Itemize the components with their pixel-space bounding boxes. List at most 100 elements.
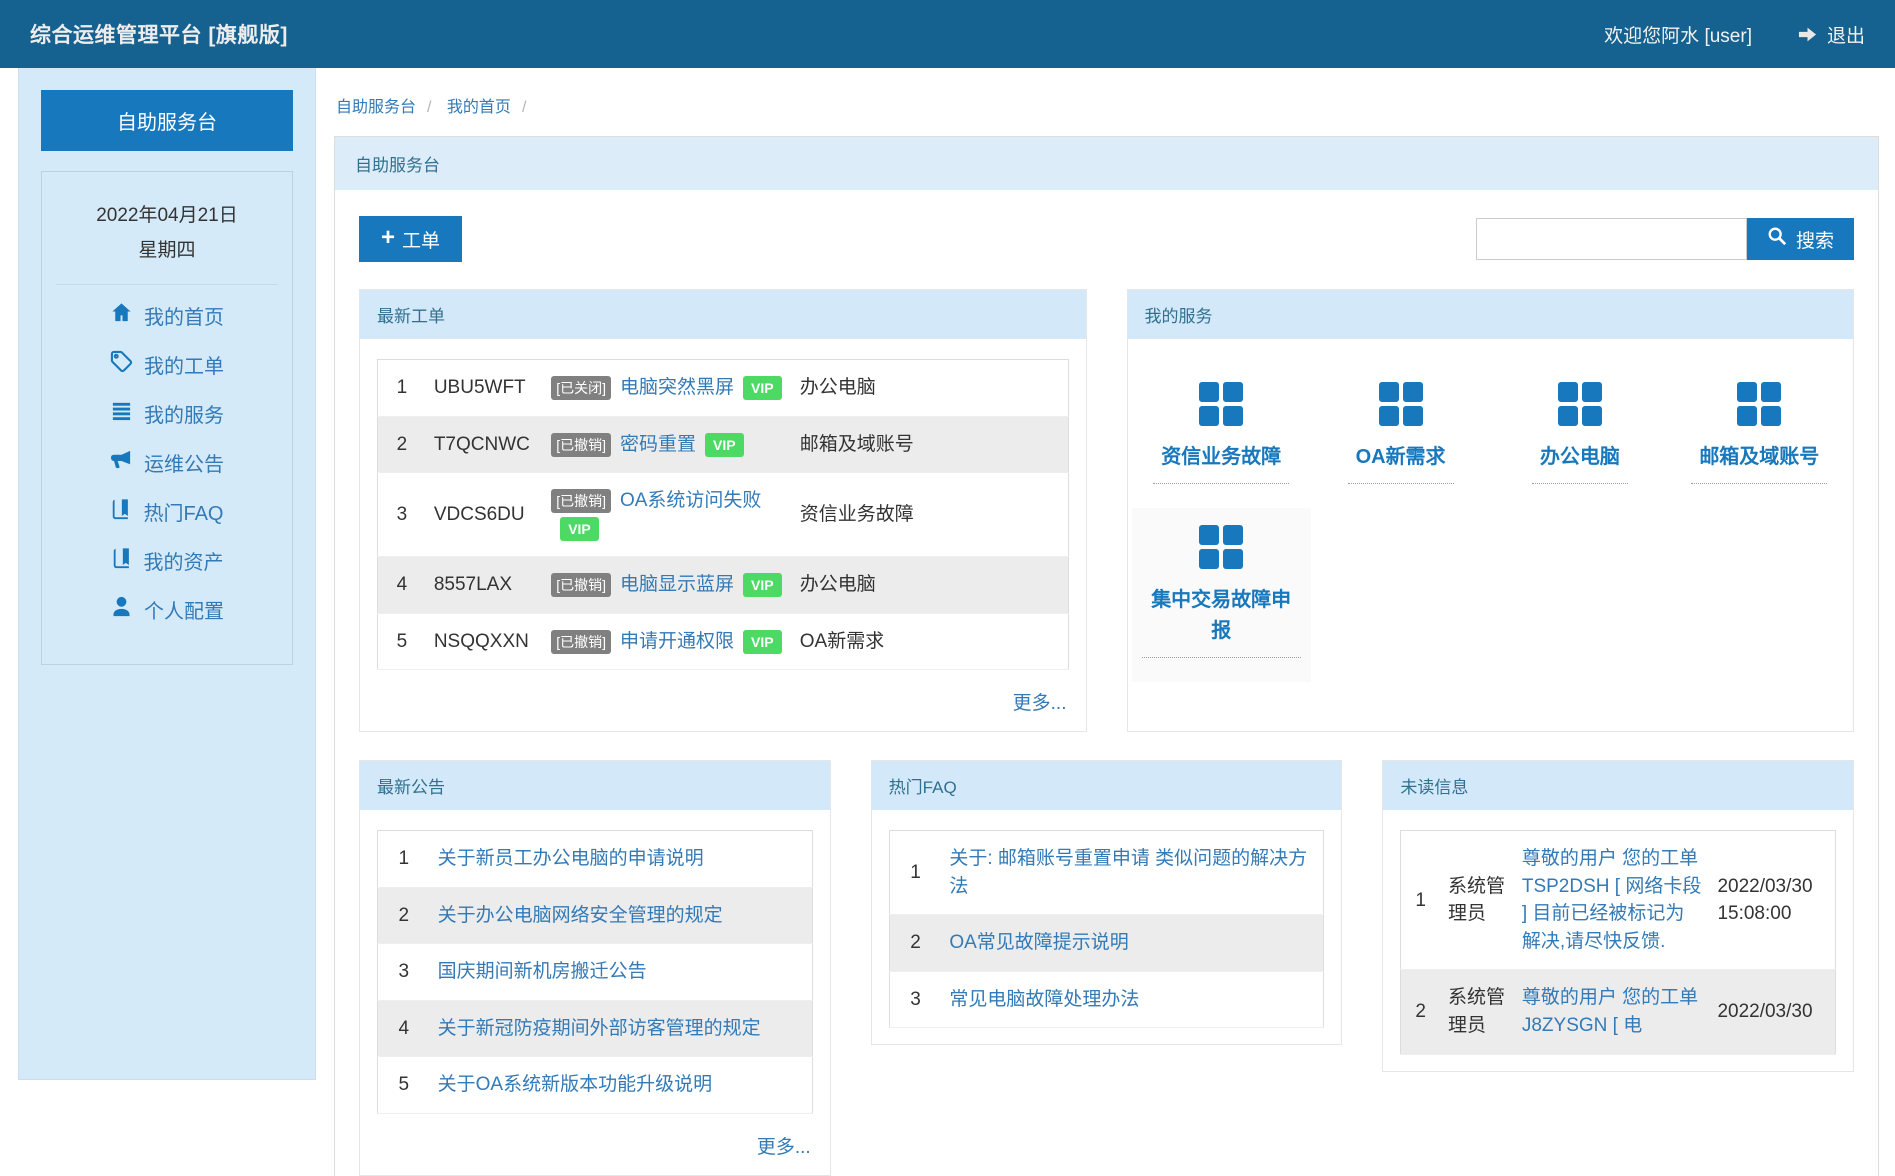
service-label: 办公电脑: [1532, 442, 1628, 484]
faq-cell: 常见电脑故障处理办法: [941, 971, 1324, 1028]
sidebar-item-faq[interactable]: 热门FAQ: [42, 487, 292, 536]
announcements-more: 更多...: [377, 1132, 813, 1159]
announcements-more-link[interactable]: 更多...: [757, 1137, 811, 1158]
ticket-num: 3: [378, 473, 426, 557]
search-group: 搜索: [1476, 218, 1854, 260]
announcement-row: 2 关于办公电脑网络安全管理的规定: [378, 887, 813, 944]
ticket-subject-link[interactable]: 密码重置: [620, 434, 696, 455]
service-desk-panel-title: 自助服务台: [335, 137, 1878, 190]
announcement-link[interactable]: 关于新冠防疫期间外部访客管理的规定: [438, 1018, 761, 1039]
sidebar-divider: [56, 284, 278, 285]
book-icon: [110, 498, 132, 526]
announcement-row: 5 关于OA系统新版本功能升级说明: [378, 1057, 813, 1114]
sidebar-item-assets[interactable]: 我的资产: [42, 536, 292, 585]
sidebar-item-services[interactable]: 我的服务: [42, 389, 292, 438]
ticket-num: 1: [378, 360, 426, 417]
message-cell: 尊敬的用户 您的工单 J8ZYSGN [ 电: [1514, 970, 1710, 1054]
ticket-row: 3 VDCS6DU [已撤销]OA系统访问失败VIP 资信业务故障: [378, 473, 1069, 557]
sidebar: 自助服务台 2022年04月21日 星期四 我的首页 我的工单 我的服务: [18, 68, 316, 1080]
book-icon: [111, 547, 133, 575]
service-item[interactable]: OA新需求: [1311, 365, 1490, 508]
vip-badge: VIP: [743, 573, 782, 597]
latest-tickets-panel: 最新工单 1 UBU5WFT: [359, 289, 1087, 732]
announcements-panel: 最新公告 1 关于新员工办公电脑的申请说明: [359, 760, 831, 1176]
sidebar-item-label: 我的首页: [144, 301, 224, 330]
faq-cell: 关于: 邮箱账号重置申请 类似问题的解决方法: [941, 831, 1324, 915]
faq-row: 3 常见电脑故障处理办法: [889, 971, 1324, 1028]
ticket-category: 邮箱及域账号: [792, 416, 1068, 473]
sidebar-item-label: 我的工单: [144, 350, 224, 379]
th-large-icon: [1198, 524, 1244, 570]
faq-num: 2: [889, 915, 941, 972]
announcement-num: 5: [378, 1057, 430, 1114]
ticket-row: 5 NSQQXXN [已撤销]申请开通权限VIP OA新需求: [378, 613, 1069, 670]
weekday-text: 星期四: [42, 233, 292, 268]
plus-icon: +: [381, 226, 395, 250]
date-display: 2022年04月21日 星期四: [42, 198, 292, 268]
announcements-table: 1 关于新员工办公电脑的申请说明 2 关于办公电脑网络安全管理的规定: [377, 830, 813, 1114]
tag-icon: [110, 350, 133, 379]
services-grid: 资信业务故障 OA新需求: [1128, 339, 1854, 688]
sidebar-item-label: 热门FAQ: [143, 497, 223, 526]
announcement-link[interactable]: 国庆期间新机房搬迁公告: [438, 961, 647, 982]
service-item[interactable]: 办公电脑: [1490, 365, 1669, 508]
status-badge: [已撤销]: [551, 433, 611, 457]
message-sender: 系统管理员: [1440, 831, 1514, 970]
breadcrumb-link[interactable]: 自助服务台: [336, 99, 416, 116]
ticket-subject-link[interactable]: 电脑突然黑屏: [620, 377, 734, 398]
message-link[interactable]: 尊敬的用户 您的工单 J8ZYSGN [ 电: [1522, 987, 1698, 1036]
ticket-row: 1 UBU5WFT [已关闭]电脑突然黑屏VIP 办公电脑: [378, 360, 1069, 417]
sidebar-item-label: 我的资产: [144, 546, 224, 575]
ticket-num: 5: [378, 613, 426, 670]
th-large-icon: [1378, 381, 1424, 427]
ticket-id: 8557LAX: [426, 557, 543, 614]
latest-tickets-title: 最新工单: [360, 290, 1086, 339]
search-label: 搜索: [1796, 226, 1834, 253]
service-desk-panel: 自助服务台 + 工单 搜索: [334, 136, 1879, 1176]
faq-link[interactable]: 关于: 邮箱账号重置申请 类似问题的解决方法: [949, 848, 1307, 897]
faq-title: 热门FAQ: [872, 761, 1342, 810]
service-item[interactable]: 邮箱及域账号: [1670, 365, 1849, 508]
announcement-link[interactable]: 关于办公电脑网络安全管理的规定: [438, 905, 723, 926]
ticket-summary: [已关闭]电脑突然黑屏VIP: [543, 360, 792, 417]
breadcrumb-separator: /: [522, 99, 526, 116]
sidebar-item-tickets[interactable]: 我的工单: [42, 340, 292, 389]
date-text: 2022年04月21日: [42, 198, 292, 233]
sidebar-item-profile[interactable]: 个人配置: [42, 585, 292, 634]
faq-link[interactable]: 常见电脑故障处理办法: [949, 989, 1139, 1010]
th-large-icon: [1557, 381, 1603, 427]
sidebar-item-home[interactable]: 我的首页: [42, 291, 292, 340]
vip-badge: VIP: [743, 630, 782, 654]
search-button[interactable]: 搜索: [1747, 218, 1854, 260]
service-item[interactable]: 集中交易故障申报: [1132, 508, 1311, 682]
ticket-id: UBU5WFT: [426, 360, 543, 417]
sidebar-item-announcements[interactable]: 运维公告: [42, 438, 292, 487]
new-ticket-button[interactable]: + 工单: [359, 216, 462, 262]
announcement-row: 4 关于新冠防疫期间外部访客管理的规定: [378, 1000, 813, 1057]
search-input[interactable]: [1476, 218, 1747, 260]
announcement-row: 3 国庆期间新机房搬迁公告: [378, 944, 813, 1001]
ticket-summary: [已撤销]密码重置VIP: [543, 416, 792, 473]
sidebar-box: 2022年04月21日 星期四 我的首页 我的工单 我的服务: [41, 171, 293, 665]
ticket-subject-link[interactable]: 申请开通权限: [620, 631, 734, 652]
breadcrumb-link[interactable]: 我的首页: [447, 99, 511, 116]
announcement-link[interactable]: 关于OA系统新版本功能升级说明: [438, 1074, 712, 1095]
service-label: 集中交易故障申报: [1142, 585, 1301, 658]
main-content: 自助服务台/ 我的首页/ 自助服务台 + 工单: [316, 68, 1895, 1080]
message-num: 1: [1401, 831, 1440, 970]
status-badge: [已关闭]: [551, 376, 611, 400]
faq-table: 1 关于: 邮箱账号重置申请 类似问题的解决方法 2 OA常见故障提示说明: [889, 830, 1325, 1028]
announcement-link[interactable]: 关于新员工办公电脑的申请说明: [438, 848, 704, 869]
new-ticket-label: 工单: [402, 226, 440, 253]
service-item[interactable]: 资信业务故障: [1132, 365, 1311, 508]
arrow-right-icon: [1798, 25, 1817, 44]
logout-button[interactable]: 退出: [1798, 21, 1865, 48]
message-link[interactable]: 尊敬的用户 您的工单 TSP2DSH [ 网络卡段 ] 目前已经被标记为解决,请…: [1522, 848, 1701, 952]
announcement-row: 1 关于新员工办公电脑的申请说明: [378, 831, 813, 888]
ticket-subject-link[interactable]: 电脑显示蓝屏: [620, 574, 734, 595]
ticket-subject-link[interactable]: OA系统访问失败: [620, 490, 761, 511]
tickets-more-link[interactable]: 更多...: [1013, 693, 1067, 714]
sidebar-title-button[interactable]: 自助服务台: [41, 90, 293, 151]
faq-link[interactable]: OA常见故障提示说明: [949, 932, 1128, 953]
th-large-icon: [1736, 381, 1782, 427]
